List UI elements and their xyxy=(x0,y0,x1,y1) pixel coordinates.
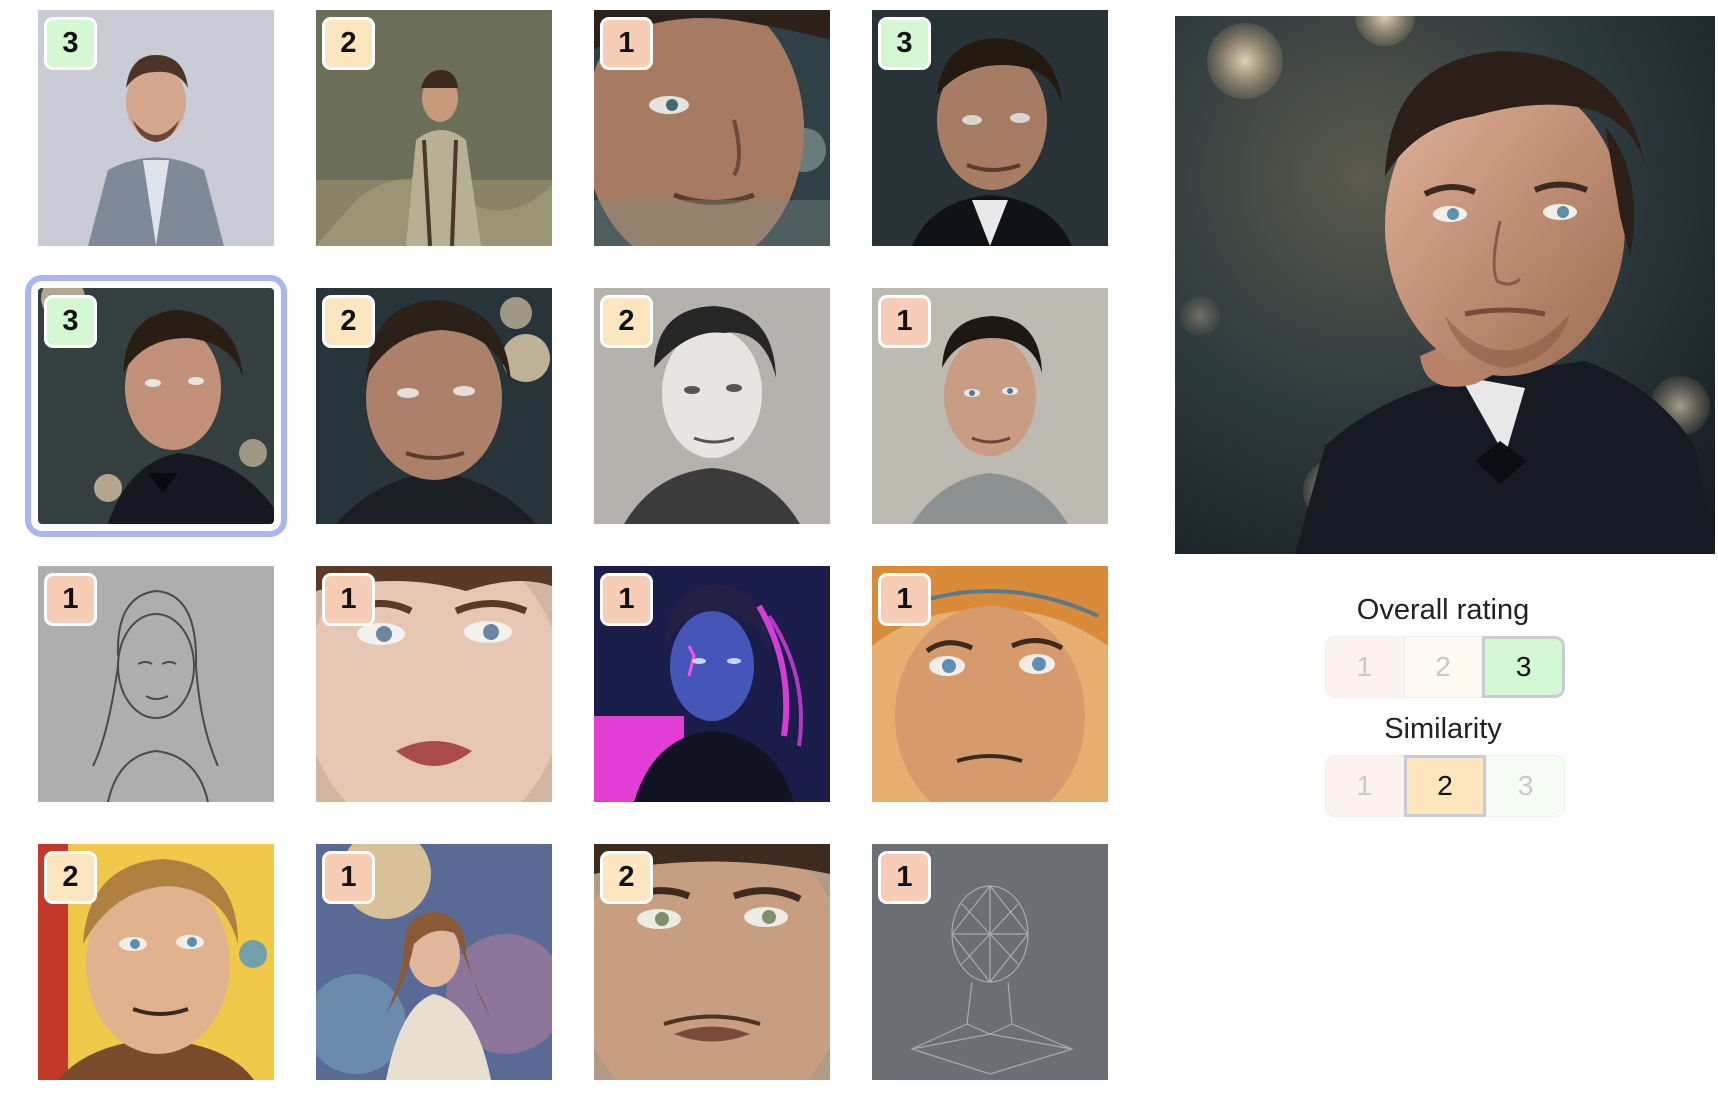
preview-image xyxy=(1175,16,1715,554)
rating-badge: 2 xyxy=(322,17,375,70)
thumb-face-closeup[interactable]: 1 xyxy=(316,566,552,802)
overall-rating-option-3[interactable]: 3 xyxy=(1482,636,1566,698)
rating-badge: 1 xyxy=(322,851,375,904)
thumb-pencil-sketch[interactable]: 1 xyxy=(38,566,274,802)
overall-rating-option-1[interactable]: 1 xyxy=(1325,636,1404,698)
rating-badge: 1 xyxy=(878,851,931,904)
rating-badge: 1 xyxy=(600,573,653,626)
thumb-cosmic-woman[interactable]: 1 xyxy=(316,844,552,1080)
rating-badge: 1 xyxy=(322,573,375,626)
rating-badge: 1 xyxy=(44,573,97,626)
thumb-hillside-suspenders[interactable]: 2 xyxy=(316,10,552,246)
similarity-option-2[interactable]: 2 xyxy=(1403,755,1487,817)
thumb-comic-turban[interactable]: 1 xyxy=(872,566,1108,802)
thumb-dark-suit[interactable]: 3 xyxy=(872,10,1108,246)
rating-badge: 1 xyxy=(600,17,653,70)
rating-badge: 2 xyxy=(600,295,653,348)
rating-badge: 3 xyxy=(44,17,97,70)
thumb-portrait-bokeh[interactable]: 2 xyxy=(316,288,552,524)
thumb-comic-portrait[interactable]: 2 xyxy=(38,844,274,1080)
preview-portrait-art xyxy=(1175,16,1715,554)
rating-badge: 2 xyxy=(44,851,97,904)
thumb-tuxedo-bokeh[interactable]: 3 xyxy=(25,275,287,537)
rating-badge: 3 xyxy=(878,17,931,70)
thumb-cyberpunk[interactable]: 1 xyxy=(594,566,830,802)
thumb-extreme-closeup[interactable]: 2 xyxy=(594,844,830,1080)
rating-badge: 1 xyxy=(878,295,931,348)
rating-badge: 3 xyxy=(44,295,97,348)
thumb-closeup-teal[interactable]: 1 xyxy=(594,10,830,246)
thumb-bw-portrait[interactable]: 2 xyxy=(594,288,830,524)
thumb-wireframe-head[interactable]: 1 xyxy=(872,844,1108,1080)
thumbnail-grid: 3 2 1 3 3 2 2 1 1 1 1 1 2 1 2 1 xyxy=(0,0,1130,1104)
similarity-selector: 123 xyxy=(1325,755,1566,817)
rating-badge: 2 xyxy=(322,295,375,348)
similarity-option-3[interactable]: 3 xyxy=(1486,755,1566,817)
similarity-option-1[interactable]: 1 xyxy=(1325,755,1404,817)
overall-rating-option-2[interactable]: 2 xyxy=(1403,636,1483,698)
thumb-plain-portrait[interactable]: 1 xyxy=(872,288,1108,524)
overall-rating-selector: 123 xyxy=(1325,636,1566,698)
rating-badge: 2 xyxy=(600,851,653,904)
rating-badge: 1 xyxy=(878,573,931,626)
similarity-label: Similarity xyxy=(1384,713,1502,745)
thumb-lowpoly-suit[interactable]: 3 xyxy=(38,10,274,246)
overall-rating-label: Overall rating xyxy=(1356,594,1530,626)
